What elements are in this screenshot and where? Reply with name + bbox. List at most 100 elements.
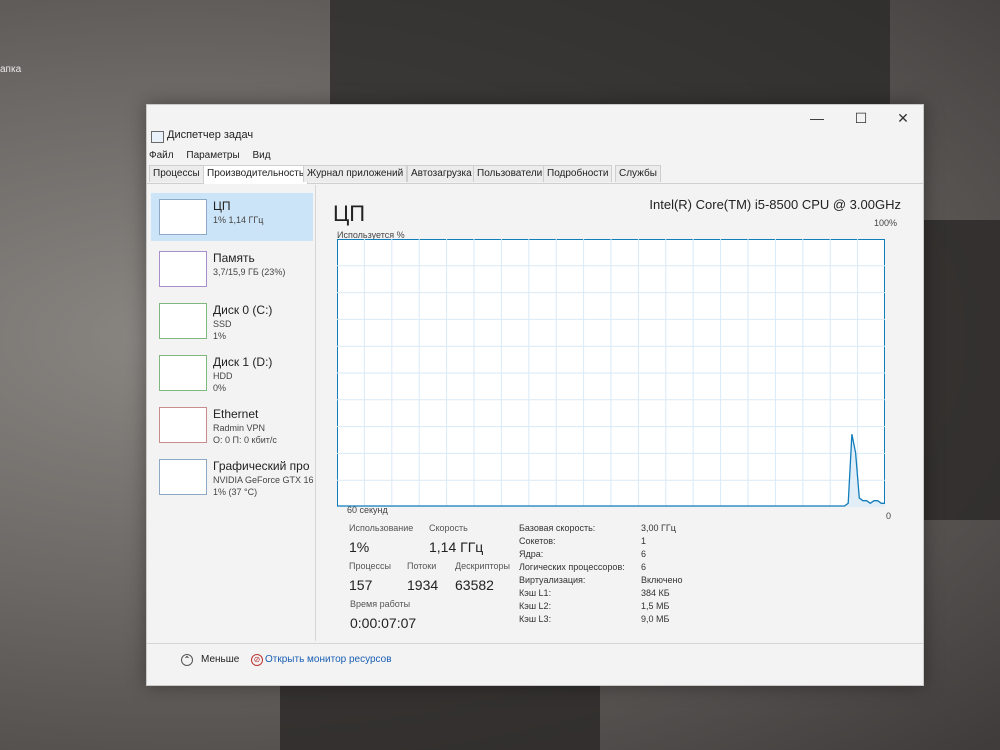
resource-detail: HDD <box>213 371 233 381</box>
resource-name: Графический про <box>213 459 310 473</box>
info-row: Кэш L2: 1,5 МБ <box>519 601 719 614</box>
usage-label: Использование <box>349 523 414 533</box>
page-title: ЦП <box>333 201 366 226</box>
title-bar[interactable]: Диспетчер задач — ☐ ✕ <box>147 105 923 149</box>
resource-gpu[interactable]: Графический про NVIDIA GeForce GTX 16 1%… <box>151 453 314 501</box>
tab-performance[interactable]: Производительность <box>203 165 309 184</box>
uptime-stat: Время работы 0:00:07:07 <box>350 599 416 631</box>
memory-thumbnail-graph <box>159 251 207 287</box>
info-value: 384 КБ <box>641 588 670 598</box>
resource-name: Диск 0 (C:) <box>213 303 273 317</box>
resource-detail: Radmin VPN <box>213 423 266 433</box>
handles-stat: Дескрипторы 63582 <box>455 561 510 593</box>
info-value: 1 <box>641 536 647 546</box>
menu-view[interactable]: Вид <box>252 150 270 161</box>
resource-detail: SSD <box>213 319 232 329</box>
uptime-label: Время работы <box>350 599 411 609</box>
threads-label: Потоки <box>407 561 437 571</box>
processes-label: Процессы <box>349 561 392 571</box>
resource-disk-1[interactable]: Диск 1 (D:) HDD 0% <box>151 349 313 397</box>
task-manager-window: Диспетчер задач — ☐ ✕ Файл Параметры Вид… <box>146 104 924 686</box>
tab-details[interactable]: Подробности <box>543 165 613 182</box>
usage-stat: Использование 1% <box>349 523 413 555</box>
info-key: Виртуализация: <box>519 575 586 585</box>
resource-name: ЦП <box>213 199 231 213</box>
disk-1-thumbnail-graph <box>159 355 207 391</box>
window-title: Диспетчер задач <box>167 129 254 141</box>
resource-name: Диск 1 (D:) <box>213 355 273 369</box>
footer-bar <box>147 643 923 684</box>
graph-min-label: 0 <box>885 511 891 521</box>
resource-detail: 1% 1,14 ГГц <box>213 215 264 225</box>
info-value: 1,5 МБ <box>641 601 670 611</box>
resource-disk-0[interactable]: Диск 0 (C:) SSD 1% <box>151 297 313 345</box>
uptime-value: 0:00:07:07 <box>350 615 417 631</box>
tab-users[interactable]: Пользователи <box>473 165 547 182</box>
desktop-icon-label[interactable]: апка <box>0 64 21 75</box>
info-row: Ядра: 6 <box>519 549 719 562</box>
resource-name: Ethernet <box>213 407 259 421</box>
ethernet-thumbnail-graph <box>159 407 207 443</box>
cpu-info-table: Базовая скорость: 3,00 ГГц Сокетов: 1 Ядра… <box>519 523 719 627</box>
resource-monitor-icon[interactable]: ⊘ <box>251 654 263 666</box>
menu-bar: Файл Параметры Вид <box>149 150 281 166</box>
info-row: Виртуализация: Включено <box>519 575 719 588</box>
info-value: 9,0 МБ <box>641 614 670 624</box>
background-tree-shape-top <box>330 0 890 104</box>
info-row: Сокетов: 1 <box>519 536 719 549</box>
background-tree-shape-right <box>922 220 1000 520</box>
speed-label: Скорость <box>429 523 468 533</box>
info-key: Кэш L3: <box>519 614 552 624</box>
tab-processes[interactable]: Процессы <box>149 165 204 182</box>
speed-value: 1,14 ГГц <box>429 539 484 555</box>
resource-memory[interactable]: Память 3,7/15,9 ГБ (23%) <box>151 245 313 293</box>
minimize-button[interactable]: — <box>797 107 837 129</box>
resource-list: ЦП 1% 1,14 ГГц Память 3,7/15,9 ГБ (23%) … <box>147 185 316 641</box>
info-key: Кэш L1: <box>519 588 552 598</box>
close-button[interactable]: ✕ <box>883 107 923 129</box>
tab-bar: Процессы Производительность Журнал прило… <box>147 165 923 184</box>
info-value: Включено <box>641 575 683 585</box>
resource-name: Память <box>213 251 255 265</box>
cpu-thumbnail-graph <box>159 199 207 235</box>
resource-detail: NVIDIA GeForce GTX 16 <box>213 475 314 485</box>
handles-value: 63582 <box>455 577 494 593</box>
info-value: 6 <box>641 549 647 559</box>
processes-stat: Процессы 157 <box>349 561 391 593</box>
disk-0-thumbnail-graph <box>159 303 207 339</box>
tab-startup[interactable]: Автозагрузка <box>407 165 476 182</box>
info-key: Логических процессоров: <box>519 562 625 572</box>
info-row: Базовая скорость: 3,00 ГГц <box>519 523 719 536</box>
resource-ethernet[interactable]: Ethernet Radmin VPN О: 0 П: 0 кбит/с <box>151 401 313 449</box>
info-key: Ядра: <box>519 549 544 559</box>
resource-cpu[interactable]: ЦП 1% 1,14 ГГц <box>151 193 313 241</box>
background-tree-shape-bottom <box>280 684 600 750</box>
handles-label: Дескрипторы <box>455 561 510 571</box>
tab-app-history[interactable]: Журнал приложений <box>303 165 408 182</box>
resource-detail: 1% (37 °C) <box>213 487 258 497</box>
menu-options[interactable]: Параметры <box>186 150 239 161</box>
cpu-model-name: Intel(R) Core(TM) i5-8500 CPU @ 3.00GHz <box>649 197 901 212</box>
cpu-usage-graph <box>337 239 885 507</box>
chevron-up-icon[interactable]: ⌃ <box>181 654 193 666</box>
fewer-details-link[interactable]: Меньше <box>201 654 239 665</box>
open-resource-monitor-link[interactable]: Открыть монитор ресурсов <box>265 654 392 665</box>
task-manager-icon <box>151 131 164 143</box>
threads-value: 1934 <box>407 577 439 593</box>
info-key: Сокетов: <box>519 536 556 546</box>
speed-stat: Скорость 1,14 ГГц <box>429 523 483 555</box>
info-row: Кэш L3: 9,0 МБ <box>519 614 719 627</box>
threads-stat: Потоки 1934 <box>407 561 438 593</box>
resource-detail: 3,7/15,9 ГБ (23%) <box>213 267 286 277</box>
menu-file[interactable]: Файл <box>149 150 174 161</box>
resource-detail: 1% <box>213 331 227 341</box>
info-value: 3,00 ГГц <box>641 523 676 533</box>
gpu-thumbnail-graph <box>159 459 207 495</box>
info-row: Кэш L1: 384 КБ <box>519 588 719 601</box>
maximize-button[interactable]: ☐ <box>841 107 881 129</box>
info-value: 6 <box>641 562 647 572</box>
tab-services[interactable]: Службы <box>615 165 661 182</box>
info-row: Логических процессоров: 6 <box>519 562 719 575</box>
info-key: Кэш L2: <box>519 601 552 611</box>
graph-time-span-label: 60 секунд <box>347 505 388 515</box>
